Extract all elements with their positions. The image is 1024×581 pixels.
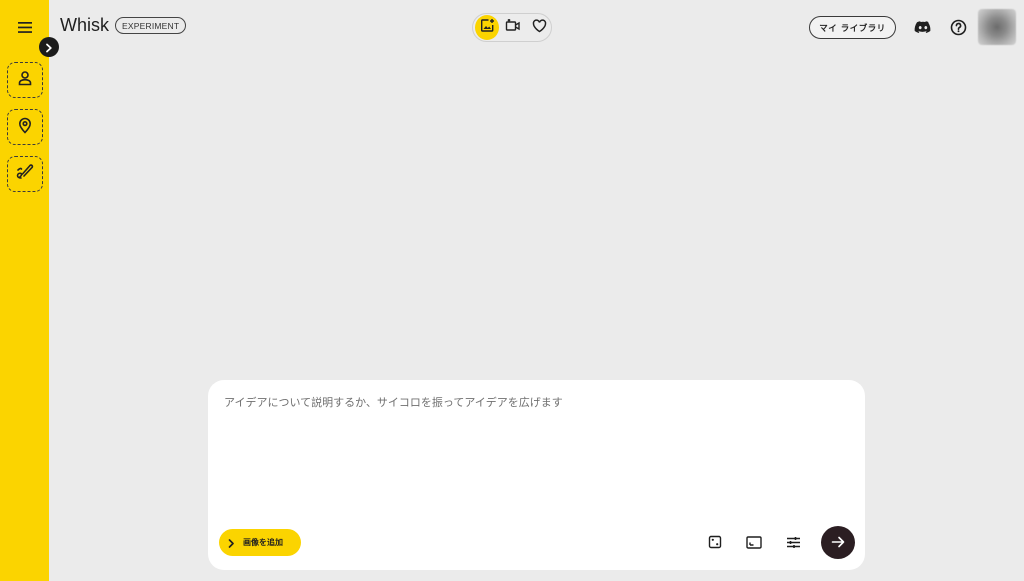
person-icon [17,70,33,90]
left-sidebar [0,0,49,581]
image-mode-button[interactable] [475,15,499,40]
mode-switch [472,13,552,42]
subject-slot[interactable] [7,62,43,98]
video-icon [505,18,521,37]
chevron-right-icon [228,533,235,552]
brand: Whisk EXPERIMENT [60,15,187,36]
add-image-label: 画像を追加 [243,538,283,547]
help-icon[interactable] [948,17,968,37]
settings-button[interactable] [783,533,803,553]
aspect-ratio-button[interactable] [744,533,764,553]
add-image-icon [480,18,495,37]
expand-sidebar-button[interactable] [39,37,59,57]
send-button[interactable] [821,526,855,559]
avatar[interactable] [978,9,1016,45]
prompt-input[interactable] [224,394,844,504]
aspect-ratio-icon [746,534,762,553]
my-library-button[interactable]: マイ ライブラリ [809,16,896,39]
chevron-right-icon [45,38,53,57]
hamburger-menu-icon[interactable] [14,17,36,37]
arrow-right-icon [831,533,845,552]
video-mode-button[interactable] [501,15,525,40]
discord-icon[interactable] [913,17,933,37]
dice-icon [708,534,722,553]
settings-sliders-icon [786,534,801,553]
heart-icon [532,18,547,37]
favorites-mode-button[interactable] [527,15,551,40]
scene-slot[interactable] [7,109,43,145]
style-slot[interactable] [7,156,43,192]
add-image-button[interactable]: 画像を追加 [219,529,301,556]
prompt-composer: 画像を追加 [208,380,865,570]
experiment-badge: EXPERIMENT [115,17,187,34]
dice-button[interactable] [705,533,725,553]
location-pin-icon [17,116,33,138]
brush-icon [15,164,35,184]
app-title: Whisk [60,15,109,35]
